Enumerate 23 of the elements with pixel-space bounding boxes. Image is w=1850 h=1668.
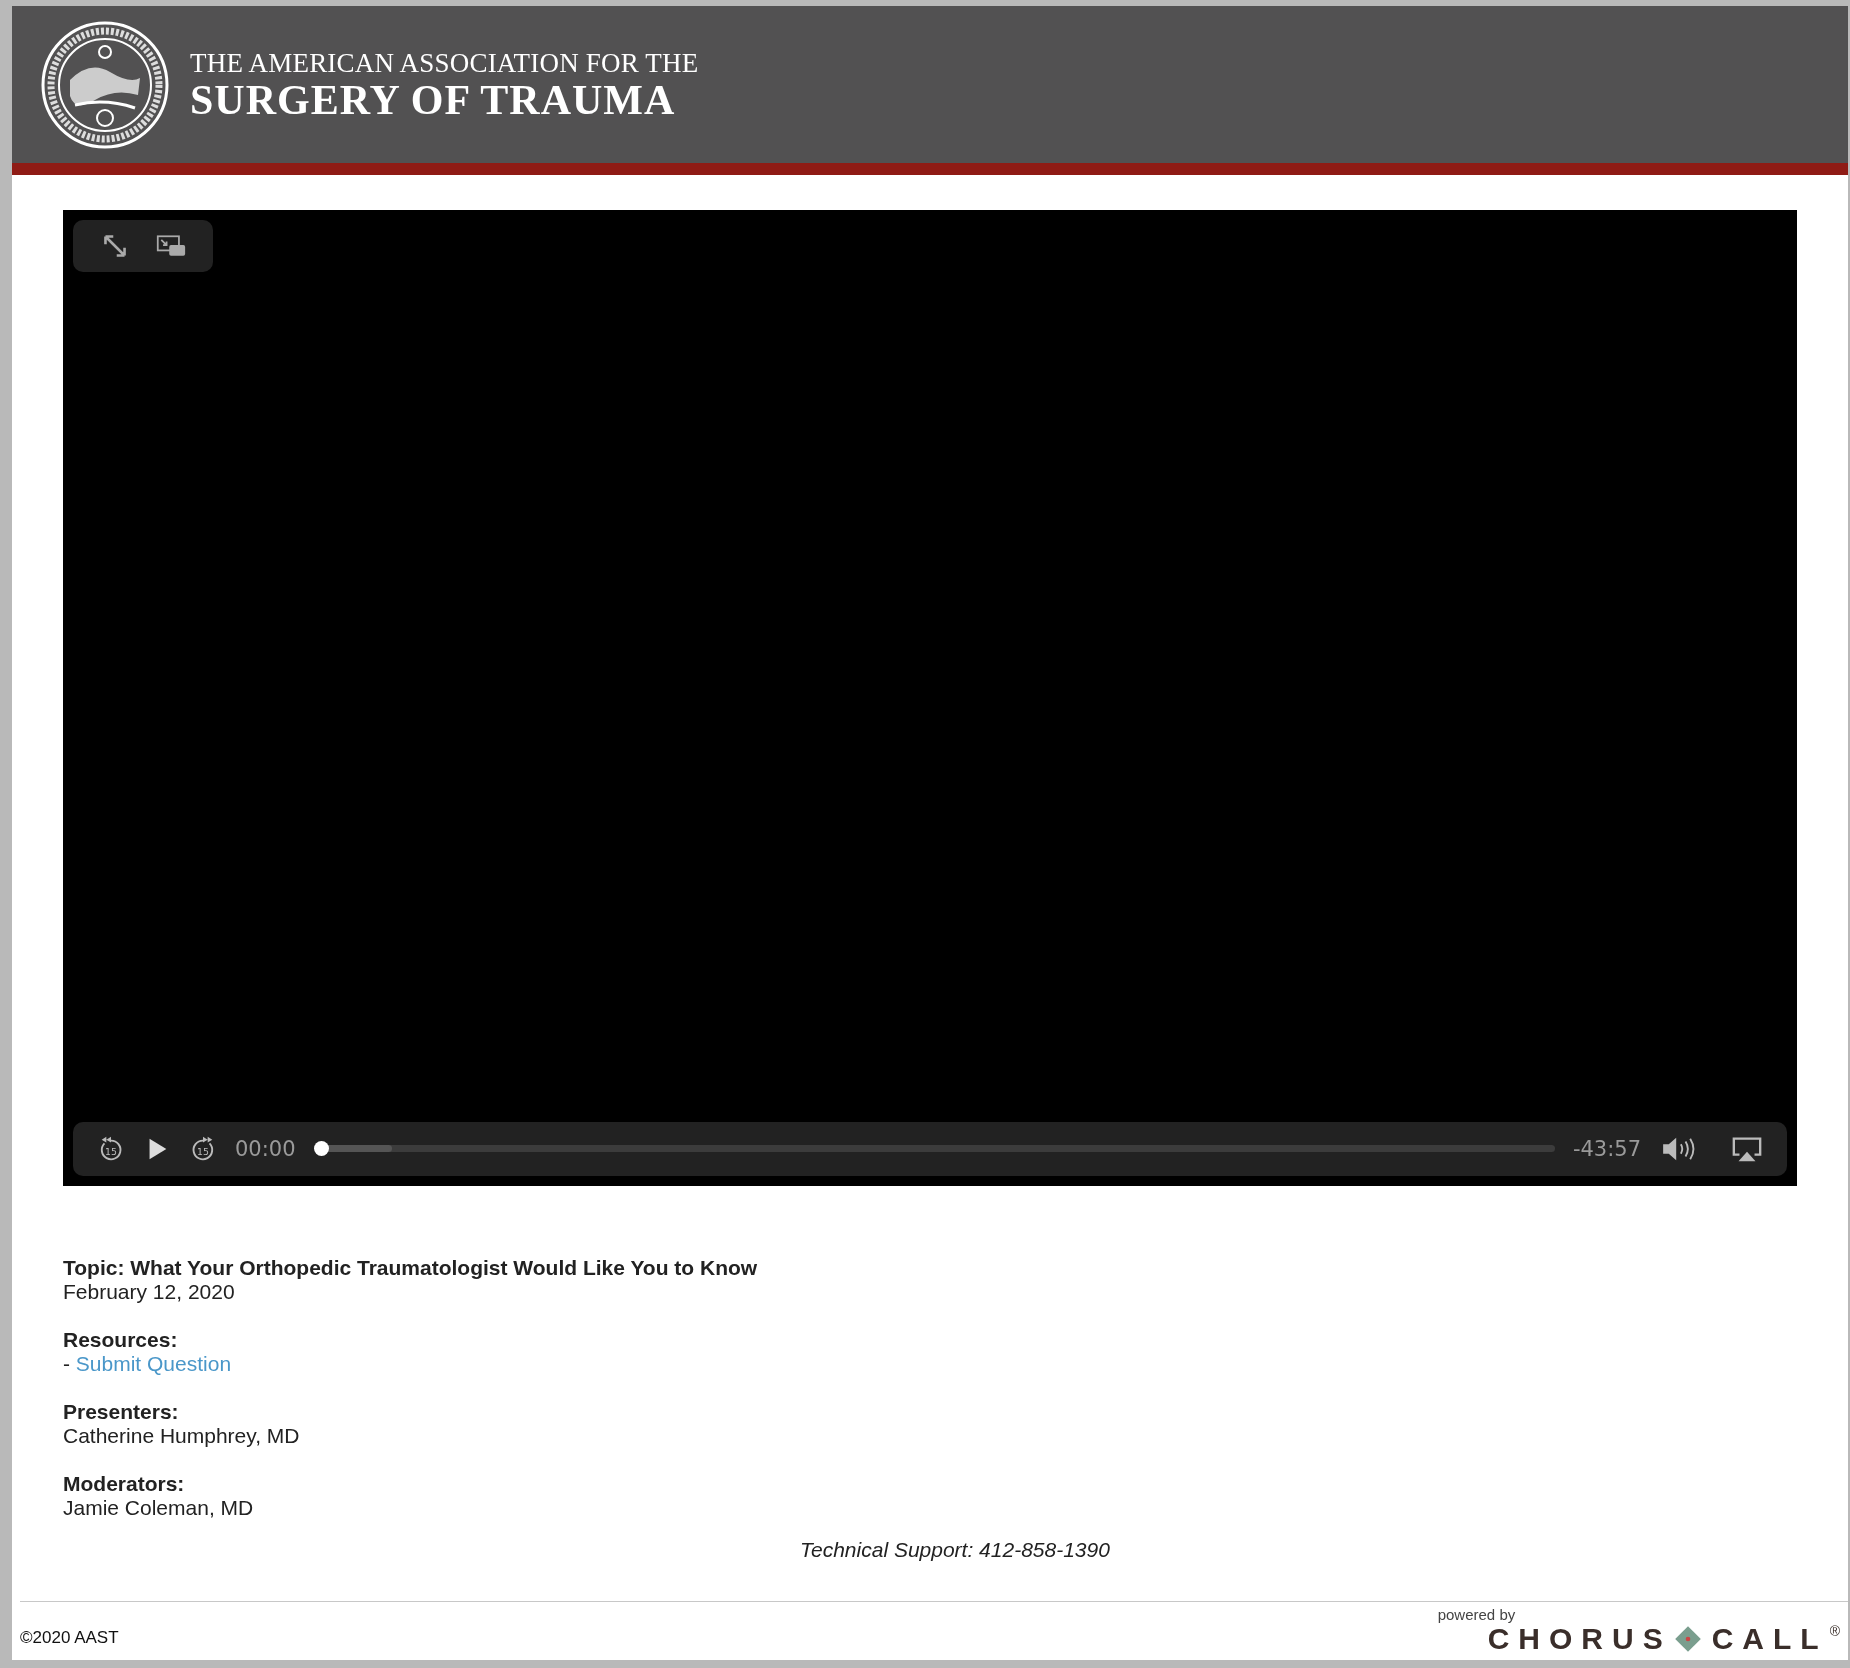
brand-name: CALL [1711, 1623, 1828, 1655]
powered-by-text: powered by [1437, 1607, 1516, 1623]
brand-name: CHORUS [1487, 1623, 1672, 1655]
progress-thumb[interactable] [313, 1141, 329, 1156]
copyright-text: ©2020 AAST [20, 1628, 119, 1648]
association-title: THE AMERICAN ASSOCIATION FOR THE [190, 47, 699, 78]
remaining-time: -43:57 [1572, 1137, 1641, 1161]
registered-mark: ® [1829, 1623, 1840, 1639]
event-date: February 12, 2020 [63, 1280, 236, 1304]
person-name: Catherine Humphrey, MD [63, 1424, 301, 1448]
progress-track[interactable] [313, 1141, 1555, 1157]
section-heading: Presenters: [63, 1400, 180, 1424]
list-dash: - [63, 1352, 71, 1375]
section-heading: Resources: [63, 1328, 179, 1352]
technical-support-text: Technical Support: 412-858-1390 [800, 1538, 1110, 1561]
airplay-icon[interactable] [1731, 1135, 1763, 1163]
diamond-icon [1673, 1625, 1702, 1653]
section-heading: Moderators: [63, 1472, 186, 1496]
picture-in-picture-icon[interactable] [156, 233, 186, 259]
association-name: SURGERY OF TRAUMA [190, 77, 677, 122]
person-name: Jamie Coleman, MD [63, 1496, 255, 1520]
current-time: 00:00 [235, 1137, 296, 1161]
topic-title: Topic: What Your Orthopedic Traumatologist Would Like You to Know [63, 1256, 759, 1280]
